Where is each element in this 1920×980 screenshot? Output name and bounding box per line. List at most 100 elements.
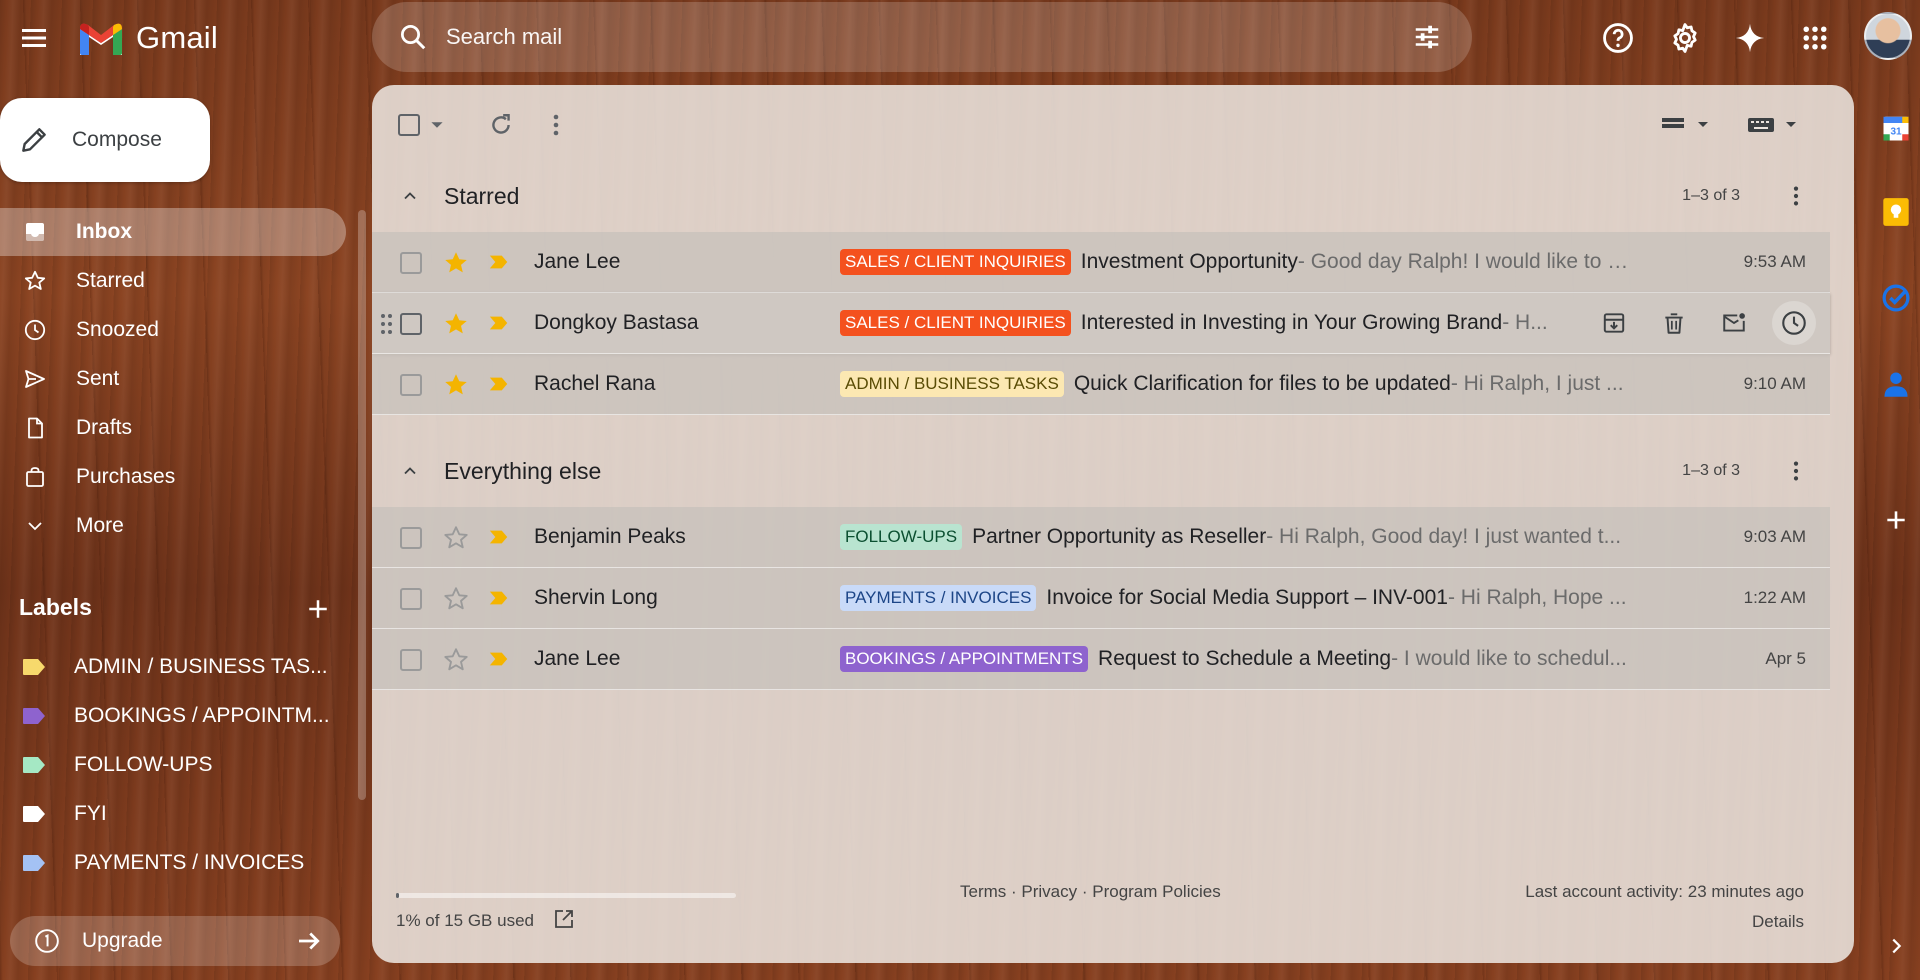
keep-app-button[interactable]: [1880, 196, 1912, 228]
important-marker-icon[interactable]: [488, 587, 510, 609]
sidebar-item-label: Sent: [76, 367, 120, 390]
important-marker-icon[interactable]: [488, 526, 510, 548]
important-marker-icon[interactable]: [488, 648, 510, 670]
sidebar-item-drafts[interactable]: Drafts: [0, 404, 346, 452]
star-outline-icon[interactable]: [442, 585, 470, 613]
account-avatar[interactable]: [1864, 12, 1912, 60]
star-filled-icon[interactable]: [442, 249, 470, 277]
email-row[interactable]: Rachel Rana ADMIN / BUSINESS TASKS Quick…: [372, 354, 1830, 415]
label-item-follow-ups[interactable]: FOLLOW-UPS: [0, 741, 346, 789]
snooze-button[interactable]: [1772, 301, 1816, 345]
delete-button[interactable]: [1652, 301, 1696, 345]
star-outline-icon[interactable]: [442, 524, 470, 552]
archive-button[interactable]: [1592, 301, 1636, 345]
search-input[interactable]: [446, 24, 1412, 50]
get-addons-button[interactable]: [1880, 504, 1912, 536]
sidebar-item-sent[interactable]: Sent: [0, 355, 346, 403]
search-icon[interactable]: [398, 22, 428, 52]
label-item-text: FOLLOW-UPS: [74, 753, 213, 776]
more-vert-icon[interactable]: [1792, 460, 1800, 482]
density-toggle[interactable]: [1660, 107, 1720, 143]
chevron-right-icon: [1892, 938, 1902, 954]
email-row[interactable]: Jane Lee SALES / CLIENT INQUIRIES Invest…: [372, 232, 1830, 293]
manage-storage-link[interactable]: [552, 907, 578, 933]
row-sender: Jane Lee: [534, 647, 621, 670]
row-checkbox[interactable]: [400, 588, 422, 610]
sidebar-item-more[interactable]: More: [0, 502, 346, 550]
row-label-chip[interactable]: SALES / CLIENT INQUIRIES: [840, 249, 1071, 275]
sidebar-item-purchases[interactable]: Purchases: [0, 453, 346, 501]
sidebar-scrollbar[interactable]: [358, 210, 366, 800]
create-label-button[interactable]: [303, 594, 333, 624]
labels-heading: Labels: [19, 594, 92, 620]
apps-button[interactable]: [1795, 18, 1835, 58]
drag-handle-icon[interactable]: [380, 313, 394, 335]
input-tools-toggle[interactable]: [1746, 107, 1806, 143]
more-vert-icon[interactable]: [1792, 185, 1800, 207]
refresh-button[interactable]: [488, 107, 514, 143]
gmail-logo[interactable]: Gmail: [76, 16, 218, 60]
row-checkbox[interactable]: [400, 649, 422, 671]
search-bar[interactable]: [372, 2, 1472, 72]
row-label-chip[interactable]: SALES / CLIENT INQUIRIES: [840, 310, 1071, 336]
sidebar-item-starred[interactable]: Starred: [0, 257, 346, 305]
calendar-app-button[interactable]: 31: [1880, 112, 1912, 144]
row-label-chip[interactable]: BOOKINGS / APPOINTMENTS: [840, 646, 1089, 672]
section-everything-else-header[interactable]: Everything else 1–3 of 3: [372, 446, 1854, 496]
more-actions-button[interactable]: [552, 107, 560, 143]
label-item-fyi[interactable]: FYI: [0, 790, 346, 838]
row-sender: Jane Lee: [534, 250, 621, 273]
details-link[interactable]: Details: [1752, 912, 1804, 932]
row-subject: Interested in Investing in Your Growing …: [1080, 311, 1503, 334]
row-checkbox[interactable]: [400, 374, 422, 396]
important-marker-icon[interactable]: [488, 373, 510, 395]
sidebar-item-inbox[interactable]: Inbox: [0, 208, 346, 256]
label-item-text: FYI: [74, 802, 107, 825]
label-item-bookings[interactable]: BOOKINGS / APPOINTM...: [0, 692, 346, 740]
row-label-chip[interactable]: FOLLOW-UPS: [840, 524, 963, 550]
terms-link[interactable]: Terms: [960, 882, 1006, 901]
chevron-up-icon[interactable]: [400, 186, 420, 206]
email-row[interactable]: Jane Lee BOOKINGS / APPOINTMENTS Request…: [372, 629, 1830, 690]
sidebar-item-snoozed[interactable]: Snoozed: [0, 306, 346, 354]
label-item-payments[interactable]: PAYMENTS / INVOICES: [0, 839, 346, 887]
program-policies-link[interactable]: Program Policies: [1092, 882, 1221, 901]
compose-label: Compose: [72, 128, 162, 151]
send-icon: [22, 366, 48, 392]
expand-side-panel-button[interactable]: [1880, 930, 1912, 962]
mark-unread-button[interactable]: [1712, 301, 1756, 345]
row-checkbox[interactable]: [400, 527, 422, 549]
privacy-link[interactable]: Privacy: [1021, 882, 1077, 901]
mail-unread-icon: [1723, 313, 1745, 332]
star-filled-icon[interactable]: [442, 310, 470, 338]
contacts-app-button[interactable]: [1880, 368, 1912, 400]
sidebar-item-label: Purchases: [76, 465, 176, 488]
row-subject: Partner Opportunity as Reseller: [972, 525, 1267, 548]
settings-button[interactable]: [1665, 18, 1705, 58]
chevron-up-icon[interactable]: [400, 461, 420, 481]
row-checkbox[interactable]: [400, 313, 422, 335]
main-menu-button[interactable]: [14, 18, 54, 58]
row-label-chip[interactable]: ADMIN / BUSINESS TASKS: [840, 371, 1064, 397]
search-options-icon[interactable]: [1412, 22, 1442, 52]
compose-button[interactable]: Compose: [0, 98, 210, 182]
select-all-checkbox[interactable]: [398, 107, 420, 143]
upgrade-button[interactable]: Upgrade: [10, 916, 340, 966]
star-filled-icon[interactable]: [442, 371, 470, 399]
important-marker-icon[interactable]: [488, 312, 510, 334]
gemini-button[interactable]: [1730, 18, 1770, 58]
email-row[interactable]: Dongkoy Bastasa SALES / CLIENT INQUIRIES…: [372, 293, 1830, 354]
email-row[interactable]: Shervin Long PAYMENTS / INVOICES Invoice…: [372, 568, 1830, 629]
important-marker-icon[interactable]: [488, 251, 510, 273]
help-button[interactable]: [1598, 18, 1638, 58]
label-item-text: PAYMENTS / INVOICES: [74, 851, 305, 874]
row-checkbox[interactable]: [400, 252, 422, 274]
row-label-chip[interactable]: PAYMENTS / INVOICES: [840, 585, 1037, 611]
email-row[interactable]: Benjamin Peaks FOLLOW-UPS Partner Opport…: [372, 507, 1830, 568]
upgrade-icon: [35, 929, 59, 953]
star-outline-icon[interactable]: [442, 646, 470, 674]
label-item-admin[interactable]: ADMIN / BUSINESS TAS...: [0, 643, 346, 691]
section-starred-header[interactable]: Starred 1–3 of 3: [372, 171, 1854, 221]
tasks-app-button[interactable]: [1880, 282, 1912, 314]
select-dropdown[interactable]: [430, 107, 444, 143]
